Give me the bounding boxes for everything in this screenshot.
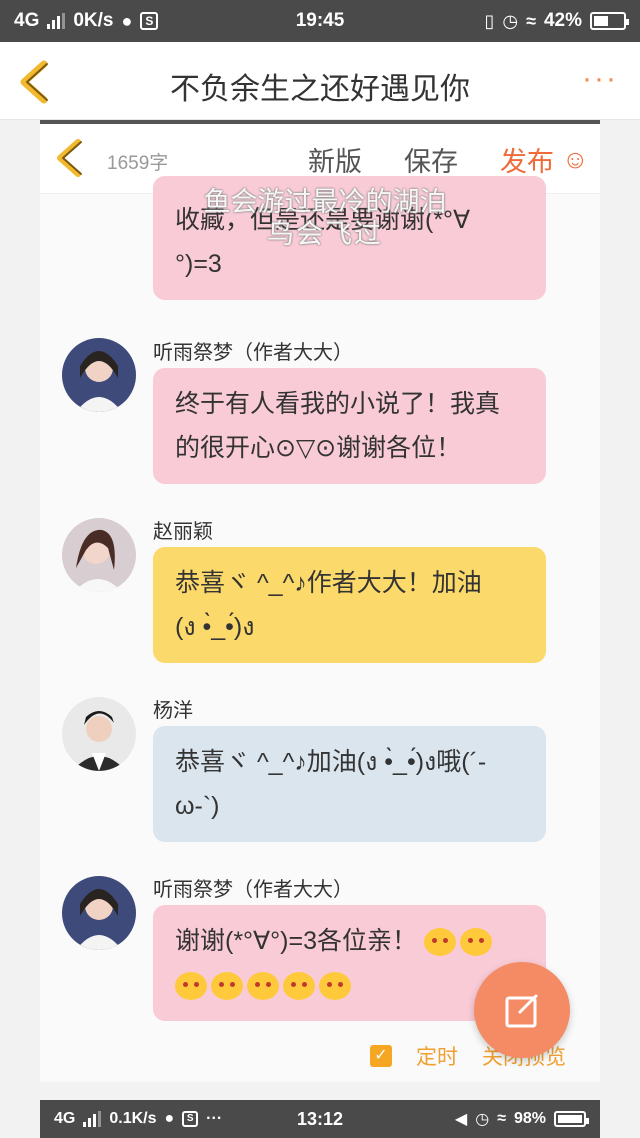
- overlay-line-2: 鸟会飞过: [267, 219, 383, 249]
- avatar[interactable]: [62, 876, 136, 950]
- edit-icon: [505, 994, 538, 1028]
- message-line: 谢谢(*°∀°)=3各位亲！: [175, 919, 524, 963]
- inner-battery-percent: 98%: [513, 1110, 546, 1127]
- emoji-row: [175, 972, 351, 1001]
- inner-battery-icon: [554, 1111, 589, 1127]
- status-left: 4G 0K/s ● S: [14, 10, 159, 32]
- blush-emoji-icon: [459, 928, 492, 957]
- blush-emoji-icon: [319, 972, 351, 1001]
- timed-label[interactable]: 定时: [416, 1041, 458, 1071]
- timed-checkbox[interactable]: ✓: [370, 1045, 392, 1067]
- title-bar: 不负余生之还好遇见你 ···: [0, 42, 640, 120]
- inner-network-type: 4G: [54, 1110, 76, 1127]
- qq-icon: ●: [121, 10, 133, 31]
- sender-name: 听雨祭梦（作者大大）: [153, 342, 353, 364]
- message-line: ω-`): [175, 792, 220, 820]
- status-bar: 4G 0K/s ● S 19:45 ▯ ◷ ≈ 42%: [0, 0, 640, 42]
- smile-icon: ☺: [562, 144, 589, 174]
- status-right: ▯ ◷ ≈ 42%: [484, 10, 629, 32]
- wifi-icon: ≈: [526, 10, 536, 31]
- mute-icon: ◀: [454, 1111, 468, 1128]
- chat-preview-frame: 1659字 新版 保存 发布 ☺ 鱼会游过最冷的湖泊 鸟会飞过 收藏，但是还是要…: [40, 120, 600, 1082]
- more-options-icon[interactable]: ···: [582, 62, 618, 96]
- inner-wifi-icon: ≈: [497, 1110, 506, 1127]
- blush-emoji-icon: [283, 972, 315, 1001]
- floating-lyric-overlay: 鱼会游过最冷的湖泊 鸟会飞过: [160, 186, 490, 250]
- signal-icon: [47, 13, 66, 29]
- sender-name: 听雨祭梦（作者大大）: [153, 879, 353, 901]
- more-notifications-icon: ···: [206, 1110, 223, 1127]
- message-line: [175, 963, 524, 1007]
- message-line: (ง •̀_•́)ง: [175, 613, 255, 641]
- overlay-line-1: 鱼会游过最冷的湖泊: [203, 187, 447, 217]
- page-title: 不负余生之还好遇见你: [170, 73, 470, 106]
- message-line: 的很开心⊙▽⊙谢谢各位！: [175, 434, 462, 462]
- avatar[interactable]: [62, 518, 136, 592]
- message-line: 恭喜ヾ ^_^♪作者大大！加油: [175, 569, 482, 597]
- new-version-button[interactable]: 新版: [308, 140, 362, 179]
- avatar[interactable]: [62, 338, 136, 412]
- inner-status-left: 4G 0.1K/s ● S ···: [54, 1110, 222, 1128]
- vibrate-icon: ▯: [484, 10, 495, 31]
- inner-status-right: ◀ ◷ ≈ 98%: [454, 1109, 589, 1129]
- battery-icon: [590, 12, 629, 30]
- inner-network-speed: 0.1K/s: [109, 1110, 157, 1127]
- inner-s-app-icon: S: [182, 1111, 199, 1127]
- compose-button[interactable]: [474, 962, 570, 1058]
- kiss-emoji-icon: [423, 928, 456, 957]
- inner-signal-icon: [83, 1111, 102, 1127]
- message-text: 谢谢(*°∀°)=3各位亲！: [175, 927, 417, 955]
- message-line: 恭喜ヾ ^_^♪加油(ง •̀_•́)ง哦(´-: [175, 748, 487, 776]
- message-bubble: 终于有人看我的小说了！我真 的很开心⊙▽⊙谢谢各位！: [153, 368, 546, 484]
- alarm-icon: ◷: [502, 10, 519, 31]
- kiss-emoji-icon: [247, 972, 279, 1001]
- sender-name: 赵丽颖: [153, 521, 213, 543]
- message-bubble: 恭喜ヾ ^_^♪作者大大！加油 (ง •̀_•́)ง: [153, 547, 546, 663]
- publish-button[interactable]: 发布: [500, 140, 554, 179]
- s-app-icon: S: [140, 12, 159, 30]
- message-line: 终于有人看我的小说了！我真: [175, 390, 501, 418]
- sender-name: 杨洋: [153, 700, 193, 722]
- avatar[interactable]: [62, 697, 136, 771]
- save-button[interactable]: 保存: [404, 140, 458, 179]
- editor-back-icon[interactable]: [54, 138, 84, 178]
- battery-percent: 42%: [543, 10, 582, 31]
- emoji-row: [423, 928, 492, 957]
- message-icon: ●: [164, 1110, 175, 1127]
- network-type: 4G: [14, 10, 40, 31]
- inner-status-bar: 4G 0.1K/s ● S ··· 13:12 ◀ ◷ ≈ 98%: [40, 1100, 600, 1138]
- network-speed: 0K/s: [73, 10, 114, 31]
- message-bubble: 恭喜ヾ ^_^♪加油(ง •̀_•́)ง哦(´- ω-`): [153, 726, 546, 842]
- inner-alarm-icon: ◷: [475, 1111, 490, 1128]
- word-count: 1659字: [107, 153, 169, 174]
- heart-eyes-emoji-icon: [175, 972, 207, 1001]
- kiss-emoji-icon: [211, 972, 243, 1001]
